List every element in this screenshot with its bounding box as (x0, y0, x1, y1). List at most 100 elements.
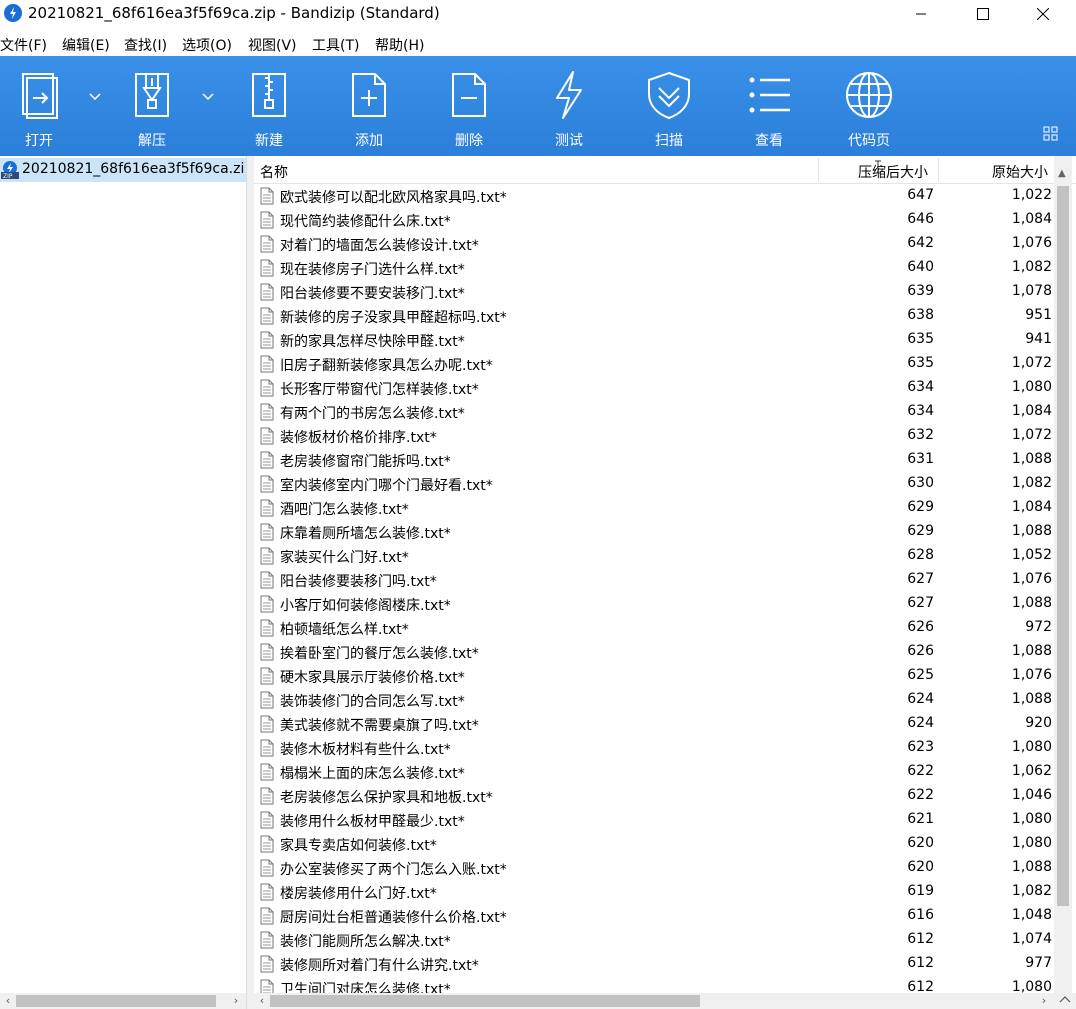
column-header-name[interactable]: 名称 (260, 162, 288, 182)
open-label: 打开 (25, 133, 53, 149)
scroll-up-arrow-icon[interactable]: ▲ (1058, 168, 1066, 179)
table-row[interactable]: 床靠着厕所墙怎么装修.txt* 629 1,088 (254, 520, 1076, 544)
table-row[interactable]: 柏顿墙纸怎么样.txt* 626 972 (254, 616, 1076, 640)
table-row[interactable]: 厨房间灶台柜普通装修什么价格.txt* 616 1,048 (254, 904, 1076, 928)
table-row[interactable]: 办公室装修买了两个门怎么入账.txt* 620 1,088 (254, 856, 1076, 880)
add-button[interactable]: 添加 (339, 70, 399, 152)
file-name: 老房装修窗帘门能拆吗.txt* (280, 454, 451, 470)
menu-help[interactable]: 帮助(H) (375, 35, 424, 55)
scroll-right-arrow-icon[interactable]: › (1038, 994, 1050, 1008)
delete-button[interactable]: 删除 (439, 70, 499, 152)
file-name: 办公室装修买了两个门怎么入账.txt* (280, 862, 507, 878)
pane-splitter[interactable] (246, 156, 254, 1009)
list-vertical-scrollbar[interactable]: ▲ (1054, 156, 1072, 993)
scroll-right-arrow-icon[interactable]: › (230, 994, 242, 1008)
test-button[interactable]: 测试 (539, 70, 599, 152)
open-button[interactable]: 打开 (9, 70, 69, 152)
compressed-size: 620 (907, 835, 934, 851)
list-vscroll-thumb[interactable] (1057, 186, 1069, 906)
menu-find[interactable]: 查找(I) (124, 35, 167, 55)
column-separator[interactable] (938, 158, 939, 182)
table-row[interactable]: 小客厅如何装修阁楼床.txt* 627 1,088 (254, 592, 1076, 616)
table-row[interactable]: 室内装修室内门哪个门最好看.txt* 630 1,082 (254, 472, 1076, 496)
table-row[interactable]: 美式装修就不需要桌旗了吗.txt* 624 920 (254, 712, 1076, 736)
original-size: 1,048 (1011, 907, 1052, 923)
table-row[interactable]: 阳台装修要装移门吗.txt* 627 1,076 (254, 568, 1076, 592)
file-name: 装修用什么板材甲醛最少.txt* (280, 814, 465, 830)
tree-item-archive[interactable]: ZIP 20210821_68f616ea3f5f69ca.zi (0, 158, 246, 182)
table-row[interactable]: 硬木家具展示厅装修价格.txt* 625 1,076 (254, 664, 1076, 688)
scroll-left-arrow-icon[interactable]: ‹ (2, 994, 14, 1008)
compressed-size: 625 (907, 667, 934, 683)
table-row[interactable]: 欧式装修可以配北欧风格家具吗.txt* 647 1,022 (254, 184, 1076, 208)
scroll-left-arrow-icon[interactable]: ‹ (256, 994, 268, 1008)
table-row[interactable]: 酒吧门怎么装修.txt* 629 1,084 (254, 496, 1076, 520)
menu-edit[interactable]: 编辑(E) (62, 35, 110, 55)
menu-tools[interactable]: 工具(T) (312, 35, 359, 55)
scan-button[interactable]: 扫描 (639, 70, 699, 152)
table-row[interactable]: 老房装修怎么保护家具和地板.txt* 622 1,046 (254, 784, 1076, 808)
menu-view[interactable]: 视图(V) (248, 35, 297, 55)
table-row[interactable]: 对着门的墙面怎么装修设计.txt* 642 1,076 (254, 232, 1076, 256)
original-size: 1,082 (1011, 883, 1052, 899)
compressed-size: 635 (907, 355, 934, 371)
original-size: 1,088 (1011, 451, 1052, 467)
table-row[interactable]: 装修门能厕所怎么解决.txt* 612 1,074 (254, 928, 1076, 952)
list-hscroll-thumb[interactable] (270, 995, 700, 1007)
table-row[interactable]: 挨着卧室门的餐厅怎么装修.txt* 626 1,088 (254, 640, 1076, 664)
extract-button[interactable]: 解压 (122, 70, 182, 152)
tree-horizontal-scrollbar[interactable]: ‹ › (0, 993, 246, 1009)
tree-scroll-thumb[interactable] (16, 995, 216, 1007)
table-row[interactable]: 装饰装修门的合同怎么写.txt* 624 1,088 (254, 688, 1076, 712)
table-row[interactable]: 榻榻米上面的床怎么装修.txt* 622 1,062 (254, 760, 1076, 784)
column-header-original[interactable]: 原始大小 (992, 162, 1048, 182)
column-header-compressed[interactable]: 压缩后大小 (858, 162, 928, 182)
original-size: 920 (1025, 715, 1052, 731)
text-file-icon (260, 955, 274, 973)
original-size: 1,078 (1011, 283, 1052, 299)
table-row[interactable]: 家具专卖店如何装修.txt* 620 1,080 (254, 832, 1076, 856)
table-row[interactable]: 装修木板材料有些什么.txt* 623 1,080 (254, 736, 1076, 760)
text-file-icon (260, 667, 274, 685)
extract-dropdown-chevron-icon[interactable] (201, 90, 215, 101)
open-dropdown-chevron-icon[interactable] (88, 90, 102, 101)
table-row[interactable]: 装修用什么板材甲醛最少.txt* 621 1,080 (254, 808, 1076, 832)
table-row[interactable]: 阳台装修要不要安装移门.txt* 639 1,078 (254, 280, 1076, 304)
view-button[interactable]: 查看 (739, 70, 799, 152)
file-name: 现代简约装修配什么床.txt* (280, 214, 451, 230)
menu-options[interactable]: 选项(O) (182, 35, 232, 55)
close-button[interactable] (1020, 0, 1066, 28)
table-row[interactable]: 新的家具怎样尽快除甲醛.txt* 635 941 (254, 328, 1076, 352)
open-icon (9, 70, 69, 124)
minimize-button[interactable] (898, 0, 944, 28)
table-row[interactable]: 装修厕所对着门有什么讲究.txt* 612 977 (254, 952, 1076, 976)
table-row[interactable]: 现在装修房子门选什么样.txt* 640 1,082 (254, 256, 1076, 280)
table-row[interactable]: 新装修的房子没家具甲醛超标吗.txt* 638 951 (254, 304, 1076, 328)
table-row[interactable]: 旧房子翻新装修家具怎么办呢.txt* 635 1,072 (254, 352, 1076, 376)
window-title: 20210821_68f616ea3f5f69ca.zip - Bandizip… (28, 4, 440, 22)
menu-file[interactable]: 文件(F) (0, 35, 47, 55)
column-separator[interactable] (818, 158, 819, 182)
table-row[interactable]: 老房装修窗帘门能拆吗.txt* 631 1,088 (254, 448, 1076, 472)
codepage-button[interactable]: 代码页 (839, 70, 899, 152)
shield-icon (639, 70, 699, 124)
zip-file-icon: ZIP (1, 161, 19, 180)
table-row[interactable]: 家装买什么门好.txt* 628 1,052 (254, 544, 1076, 568)
maximize-button[interactable] (960, 0, 1006, 28)
compressed-size: 642 (907, 235, 934, 251)
delete-file-icon (439, 70, 499, 124)
original-size: 941 (1025, 331, 1052, 347)
compressed-size: 624 (907, 715, 934, 731)
compressed-size: 628 (907, 547, 934, 563)
layout-grid-icon[interactable] (1043, 126, 1059, 142)
text-file-icon (260, 307, 274, 325)
file-name: 家具专卖店如何装修.txt* (280, 838, 437, 854)
table-row[interactable]: 长形客厅带窗代门怎样装修.txt* 634 1,080 (254, 376, 1076, 400)
table-row[interactable]: 装修板材价格价排序.txt* 632 1,072 (254, 424, 1076, 448)
original-size: 1,088 (1011, 643, 1052, 659)
table-row[interactable]: 有两个门的书房怎么装修.txt* 634 1,084 (254, 400, 1076, 424)
list-horizontal-scrollbar[interactable]: ‹ › (254, 993, 1054, 1009)
table-row[interactable]: 楼房装修用什么门好.txt* 619 1,082 (254, 880, 1076, 904)
new-button[interactable]: 新建 (239, 70, 299, 152)
table-row[interactable]: 现代简约装修配什么床.txt* 646 1,084 (254, 208, 1076, 232)
